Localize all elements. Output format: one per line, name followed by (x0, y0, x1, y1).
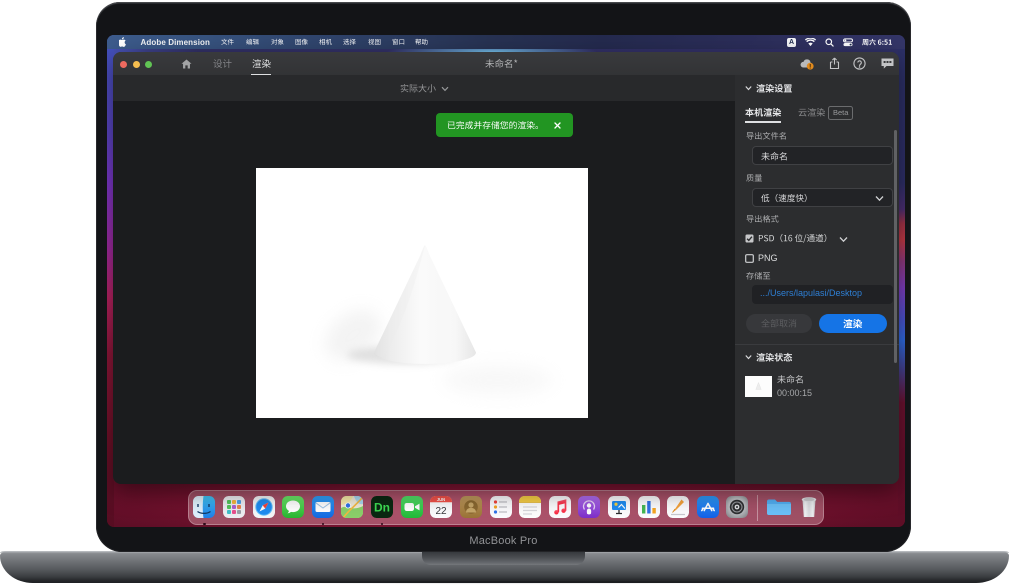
svg-text:22: 22 (436, 506, 448, 517)
svg-text:!: ! (809, 64, 811, 70)
svg-text:JUN: JUN (437, 497, 445, 502)
svg-text:Dn: Dn (374, 501, 390, 515)
